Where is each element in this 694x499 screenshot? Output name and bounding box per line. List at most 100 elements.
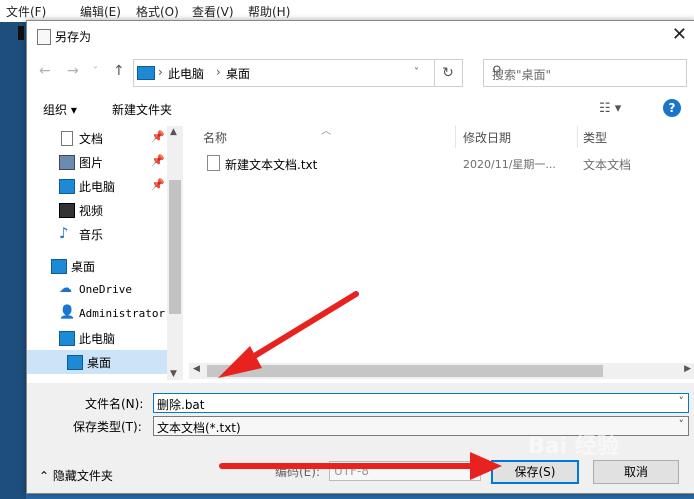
column-header-name[interactable]: 名称 (203, 129, 227, 151)
nav-item-administrator[interactable]: 👤 Administrator (27, 302, 167, 326)
column-header-type[interactable]: 类型 (583, 129, 607, 151)
nav-item-this-pc[interactable]: 此电脑 (27, 326, 167, 350)
breadcrumb-desktop[interactable]: 桌面 (226, 65, 250, 82)
back-arrow-icon[interactable]: ← (39, 63, 51, 79)
pin-icon[interactable]: 📌 (151, 130, 165, 143)
breadcrumb-separator: › (158, 65, 163, 79)
search-input[interactable]: 搜索"桌面" ⚲ (483, 59, 687, 87)
filetype-label: 保存类型(T): (73, 420, 142, 434)
filename-input[interactable]: 删除.bat ˅ (153, 393, 689, 413)
computer-icon (59, 331, 75, 346)
computer-icon (59, 179, 75, 194)
forward-arrow-icon[interactable]: → (67, 63, 79, 79)
notepad-icon (37, 29, 51, 45)
save-button[interactable]: 保存(S) (491, 460, 579, 484)
column-divider[interactable] (577, 126, 578, 148)
navigation-pane: 文档 📌 图片 📌 此电脑 📌 视频 ♪ 音乐 桌面 ☁ OneDrive 👤 … (27, 126, 183, 380)
nav-item-label: 桌面 (87, 356, 112, 370)
nav-item-label: 桌面 (71, 260, 96, 274)
cancel-button[interactable]: 取消 (593, 460, 679, 484)
encoding-label: 编码(E): (275, 465, 320, 479)
document-icon (61, 131, 73, 146)
address-dropdown-icon[interactable]: ˅ (414, 67, 419, 78)
new-folder-button[interactable]: 新建文件夹 (112, 101, 172, 118)
nav-item-music[interactable]: ♪ 音乐 (27, 222, 167, 246)
desktop-icon (51, 259, 67, 274)
nav-item-label: OneDrive (79, 283, 132, 296)
up-arrow-icon[interactable]: ↑ (113, 63, 125, 79)
file-list: ︿ 名称 修改日期 类型 新建文本文档.txt 2020/11/星期一... 文… (189, 126, 694, 380)
nav-item-label: 视频 (79, 204, 104, 218)
column-divider[interactable] (455, 126, 456, 148)
address-bar[interactable]: › 此电脑 › 桌面 ˅ (133, 59, 435, 87)
search-icon: ⚲ (492, 64, 502, 79)
menu-file[interactable]: 文件(F) (6, 3, 46, 20)
scroll-left-icon[interactable]: ◀ (193, 364, 200, 374)
breadcrumb-this-pc[interactable]: 此电脑 (168, 65, 204, 82)
pin-icon[interactable]: 📌 (151, 178, 165, 191)
nav-scrollbar[interactable]: ▲ ▼ (167, 126, 183, 380)
video-icon (59, 203, 75, 218)
scroll-right-icon[interactable]: ▶ (684, 364, 691, 374)
nav-item-onedrive[interactable]: ☁ OneDrive (27, 278, 167, 302)
column-header-date[interactable]: 修改日期 (463, 129, 511, 151)
notepad-background (0, 22, 26, 499)
close-button[interactable]: ✕ (672, 24, 687, 45)
breadcrumb-separator: › (216, 65, 221, 79)
sort-ascending-icon: ︿ (321, 126, 331, 137)
file-type: 文本文档 (583, 158, 632, 172)
scroll-thumb[interactable] (207, 365, 603, 377)
nav-item-desktop[interactable]: 桌面 (27, 350, 167, 374)
pictures-icon (59, 155, 75, 170)
nav-item-label: 此电脑 (79, 332, 116, 346)
nav-item-pictures[interactable]: 图片 📌 (27, 150, 167, 174)
menu-help[interactable]: 帮助(H) (248, 3, 290, 20)
navigation-row: ← → ˅ ↑ › 此电脑 › 桌面 ˅ ↻ 搜索"桌面" ⚲ (27, 55, 694, 89)
text-file-icon (207, 155, 220, 171)
user-icon: 👤 (59, 305, 76, 320)
scroll-thumb[interactable] (169, 180, 181, 314)
filetype-value: 文本文档(*.txt) (157, 421, 241, 435)
nav-item-documents[interactable]: 文档 📌 (27, 126, 167, 150)
filename-label: 文件名(N): (85, 397, 144, 411)
music-icon: ♪ (59, 224, 69, 242)
watermark: Bai 经验 (528, 434, 619, 459)
file-date: 2020/11/星期一... (463, 158, 556, 171)
menu-view[interactable]: 查看(V) (192, 3, 234, 20)
file-name: 新建文本文档.txt (225, 158, 318, 172)
file-list-hscrollbar[interactable]: ◀ ▶ (189, 363, 694, 379)
nav-item-label: Administrator (79, 307, 166, 320)
encoding-value: UTF-8 (334, 464, 369, 478)
nav-item-desktop-root[interactable]: 桌面 (27, 254, 167, 278)
hide-folders-label: 隐藏文件夹 (52, 469, 113, 483)
nav-item-label: 文档 (79, 132, 104, 146)
menu-format[interactable]: 格式(O) (136, 3, 179, 20)
nav-item-label: 图片 (79, 156, 104, 170)
nav-item-videos[interactable]: 视频 (27, 198, 167, 222)
nav-item-label: 音乐 (79, 228, 104, 242)
organize-button[interactable]: 组织 ▾ (43, 101, 77, 118)
filename-value: 删除.bat (157, 398, 205, 412)
pin-icon[interactable]: 📌 (151, 154, 165, 167)
view-options-icon[interactable]: ☷ ▾ (599, 101, 621, 116)
menu-edit[interactable]: 编辑(E) (80, 3, 121, 20)
save-as-dialog: 另存为 ✕ ← → ˅ ↑ › 此电脑 › 桌面 ˅ ↻ 搜索"桌面" ⚲ 组织… (26, 20, 694, 494)
scroll-down-icon[interactable]: ▼ (170, 369, 177, 379)
desktop-icon (67, 355, 83, 370)
scroll-up-icon[interactable]: ▲ (170, 127, 177, 137)
computer-icon (137, 66, 155, 80)
command-bar: 组织 ▾ 新建文件夹 ☷ ▾ ? (27, 95, 694, 123)
dialog-titlebar[interactable]: 另存为 ✕ (27, 21, 694, 51)
chevron-down-icon[interactable]: ˅ (679, 395, 685, 408)
encoding-select[interactable]: UTF-8 (329, 461, 481, 481)
nav-item-label: 此电脑 (79, 180, 116, 194)
dialog-title: 另存为 (55, 30, 92, 44)
cloud-icon: ☁ (59, 281, 72, 296)
hide-folders-toggle[interactable]: ⌃ 隐藏文件夹 (39, 467, 113, 484)
recent-chevron-icon[interactable]: ˅ (93, 66, 98, 77)
help-button[interactable]: ? (663, 99, 681, 117)
refresh-button[interactable]: ↻ (434, 59, 463, 87)
chevron-down-icon[interactable]: ˅ (679, 418, 685, 431)
nav-item-this-pc-quick[interactable]: 此电脑 📌 (27, 174, 167, 198)
file-row[interactable]: 新建文本文档.txt 2020/11/星期一... 文本文档 (189, 152, 694, 174)
